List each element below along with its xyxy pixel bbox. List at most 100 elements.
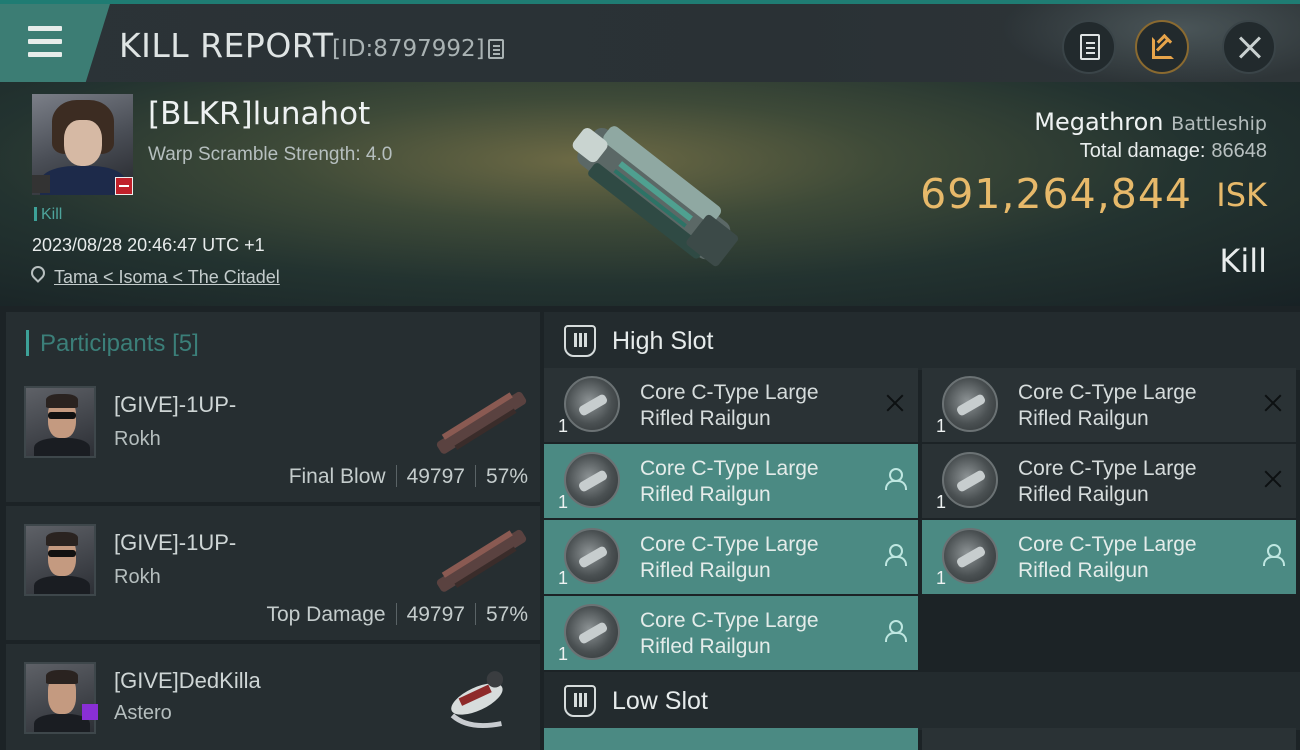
page-title: KILL REPORT [119,26,334,65]
module-quantity: 1 [558,492,569,512]
copy-id-icon[interactable] [488,39,504,59]
isk-unit: ISK [1216,176,1267,214]
participant-stats: Final Blow 49797 57% [289,465,528,489]
railgun-icon [942,528,998,584]
participant-ship: Rokh [114,428,161,450]
total-damage: Total damage: 86648 [1080,140,1267,163]
module-name: Core C-Type Large Rifled Railgun [640,381,819,430]
result-label: Kill [1219,242,1267,280]
avatar-glasses [48,412,76,419]
module-item[interactable] [922,728,1296,750]
security-status-icon [115,177,133,195]
module-item[interactable]: 1 Core C-Type Large Rifled Railgun [544,596,918,670]
participant-ship: Rokh [114,566,161,588]
railgun-icon [564,376,620,432]
participant-avatar [24,662,96,734]
module-name: Core C-Type Large Rifled Railgun [640,609,819,658]
stat-separator [474,603,476,625]
share-button[interactable] [1135,20,1189,74]
header-accent-bar [26,330,29,356]
participants-panel: Participants [5] [GIVE]-1UP- Rokh Final … [0,306,540,750]
destroyed-icon [1262,392,1284,414]
module-item[interactable]: 1 Core C-Type Large Rifled Railgun [544,520,918,594]
rokh-ship-image [436,529,527,592]
participant-card[interactable]: [GIVE]-1UP- Rokh Final Blow 49797 57% [6,368,540,502]
participant-ship: Astero [114,702,172,724]
total-damage-label: Total damage: [1079,140,1206,162]
dropped-user-icon [884,620,907,642]
module-quantity: 1 [558,416,569,436]
victim-name[interactable]: [BLKR]lunahot [148,96,370,132]
ship-name: Megathron [1034,108,1164,136]
participant-card[interactable]: [GIVE]DedKilla Astero [6,644,540,750]
participant-damage: 49797 [406,465,465,488]
ship-class: Battleship [1171,113,1267,135]
low-slot-title: Low Slot [612,687,708,715]
dropped-user-icon [884,468,907,490]
fitting-panel: High Slot 1 Core C-Type Large Rifled Rai… [540,306,1300,750]
total-damage-value: 86648 [1211,140,1267,162]
module-quantity: 1 [558,568,569,588]
report-id: [ID:8797992] [332,36,485,62]
menu-icon [28,26,62,31]
high-slot-icon [564,325,596,357]
participant-damage: 49797 [406,603,465,626]
module-quantity: 1 [936,568,947,588]
menu-button[interactable] [0,4,110,82]
close-button[interactable] [1222,20,1276,74]
module-item[interactable]: 1 Core C-Type Large Rifled Railgun [922,520,1296,594]
participant-stats: Top Damage 49797 57% [266,603,528,627]
participants-header: Participants [5] [6,312,540,372]
stat-separator [395,603,397,625]
top-bar: KILL REPORT [ID:8797992] [0,0,1300,86]
module-item[interactable] [544,728,918,750]
module-name: Core C-Type Large Rifled Railgun [640,457,819,506]
module-item[interactable]: 1 Core C-Type Large Rifled Railgun [922,368,1296,442]
astero-ship-image [450,671,504,728]
avatar-glasses [48,550,76,557]
module-item[interactable]: 1 Core C-Type Large Rifled Railgun [544,368,918,442]
participants-count: [5] [172,330,199,357]
participant-avatar [24,386,96,458]
portrait-suit [40,166,126,195]
railgun-icon [564,528,620,584]
participant-percent: 57% [485,465,528,488]
low-slot-header: Low Slot [544,672,1300,730]
module-name: Core C-Type Large Rifled Railgun [640,533,819,582]
module-item[interactable]: 1 Core C-Type Large Rifled Railgun [922,444,1296,518]
participant-card[interactable]: [GIVE]-1UP- Rokh Top Damage 49797 57% [6,506,540,640]
railgun-icon [942,452,998,508]
location-pin-icon [28,263,48,283]
railgun-icon [942,376,998,432]
clipboard-button[interactable] [1062,20,1116,74]
rokh-ship-image [436,391,527,454]
victim-banner: [BLKR]lunahot Warp Scramble Strength: 4.… [0,82,1300,306]
avatar-hair [46,394,78,408]
clipboard-icon [1080,34,1100,60]
avatar-suit [34,438,90,456]
kill-location-link[interactable]: Tama < Isoma < The Citadel [54,267,280,288]
stat-separator [395,465,397,487]
high-slot-header: High Slot [544,312,1300,370]
avatar-suit [34,576,90,594]
megathron-ship-image [572,126,739,267]
module-quantity: 1 [558,644,569,664]
module-item[interactable]: 1 Core C-Type Large Rifled Railgun [544,444,918,518]
corp-logo-icon [32,175,50,193]
participant-name: [GIVE]DedKilla [114,668,261,693]
victim-ship: Megathron Battleship [1034,108,1267,136]
module-quantity: 1 [936,492,947,512]
participant-avatar [24,524,96,596]
low-slot-icon [564,685,596,717]
kill-tag: Kill [34,206,62,224]
railgun-icon [564,604,620,660]
warp-scramble-strength: Warp Scramble Strength: 4.0 [148,144,393,165]
participants-label: Participants [40,330,166,357]
module-name: Core C-Type Large Rifled Railgun [1018,457,1197,506]
menu-icon-bar [28,52,62,57]
participants-title: Participants [5] [40,330,199,358]
module-quantity: 1 [936,416,947,436]
isk-value: 691,264,844 [920,170,1192,218]
high-slot-title: High Slot [612,327,714,355]
participant-name: [GIVE]-1UP- [114,392,237,417]
